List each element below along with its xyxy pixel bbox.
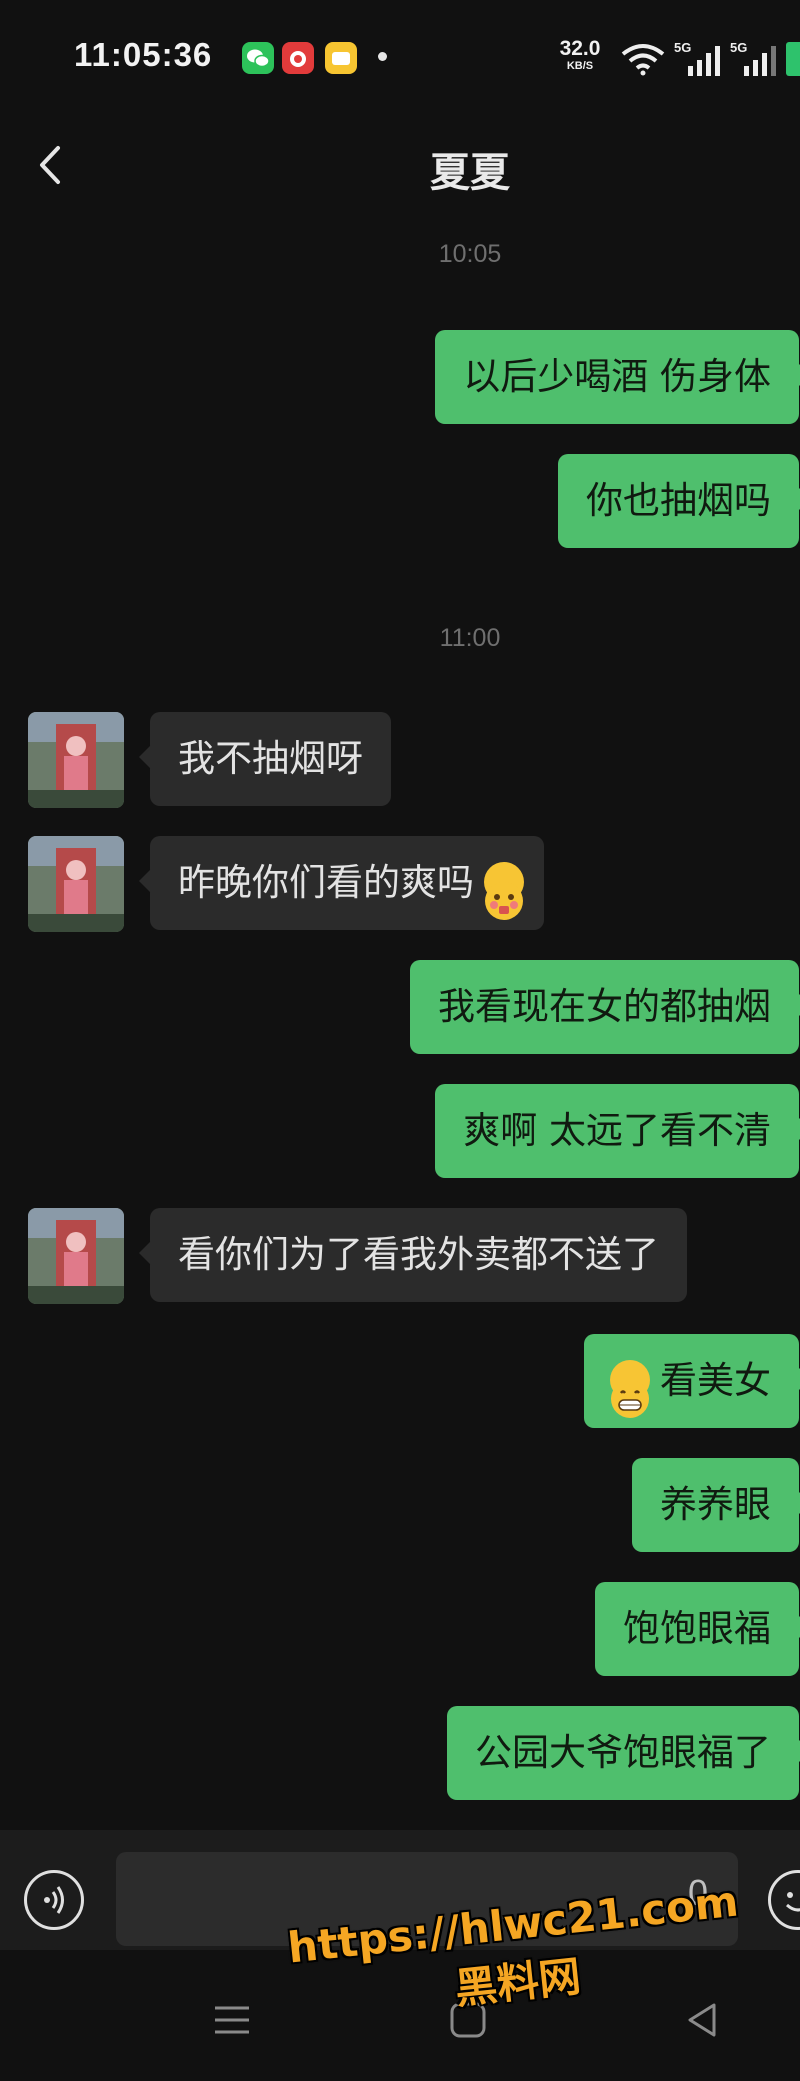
message-bubble-outgoing[interactable]: 公园大爷饱眼福了 [447, 1706, 800, 1800]
blushing-emoji-icon [484, 862, 524, 920]
back-nav-icon[interactable] [686, 2002, 718, 2038]
status-bar: 11:05:36 32.0 KB/S 5G 5G [0, 0, 800, 110]
message-bubble-outgoing[interactable]: 饱饱眼福 [595, 1582, 800, 1676]
message-row-outgoing: 爽啊 太远了看不清 [0, 1084, 800, 1178]
wifi-icon [621, 44, 665, 76]
message-row-outgoing: 看美女 [0, 1334, 800, 1428]
message-row-outgoing: 养养眼 [0, 1458, 800, 1552]
net-speed-value: 32.0 [559, 37, 601, 60]
message-bubble-incoming[interactable]: 我不抽烟呀 [139, 712, 391, 806]
notification-dot [378, 52, 387, 61]
timestamp: 10:05 [438, 240, 502, 268]
message-row-outgoing: 以后少喝酒 伤身体 [0, 330, 800, 424]
message-row-outgoing: 我看现在女的都抽烟 [0, 960, 800, 1054]
message-text: 昨晚你们看的爽吗 [178, 861, 474, 904]
message-bubble-outgoing[interactable]: 看美女 [584, 1334, 800, 1428]
battery-icon [786, 42, 800, 76]
message-bubble-outgoing[interactable]: 养养眼 [632, 1458, 800, 1552]
message-row-outgoing: 公园大爷饱眼福了 [0, 1706, 800, 1800]
message-bubble-outgoing[interactable]: 以后少喝酒 伤身体 [435, 330, 800, 424]
message-row-outgoing: 你也抽烟吗 [0, 454, 800, 548]
wechat-icon [242, 42, 274, 74]
avatar[interactable] [28, 836, 124, 932]
message-bubble-incoming[interactable]: 看你们为了看我外卖都不送了 [139, 1208, 687, 1302]
app-icon-red [282, 42, 314, 74]
net-speed: 32.0 KB/S [555, 38, 605, 72]
avatar[interactable] [28, 1208, 124, 1304]
chat-title: 夏夏 [430, 150, 510, 196]
signal-icon-2: 5G [730, 40, 780, 78]
grinning-emoji-icon [610, 1360, 650, 1418]
message-row-outgoing: 饱饱眼福 [0, 1582, 800, 1676]
message-bubble-outgoing[interactable]: 你也抽烟吗 [558, 454, 800, 548]
message-bubble-outgoing[interactable]: 爽啊 太远了看不清 [435, 1084, 800, 1178]
status-time: 11:05:36 [74, 36, 213, 73]
message-text: 看美女 [660, 1359, 771, 1402]
timestamp: 11:00 [439, 624, 501, 652]
message-bubble-outgoing[interactable]: 我看现在女的都抽烟 [410, 960, 800, 1054]
net-speed-unit: KB/S [566, 60, 594, 72]
menu-icon[interactable] [215, 2005, 249, 2035]
message-bubble-incoming[interactable]: 昨晚你们看的爽吗 [139, 836, 544, 930]
voice-icon[interactable] [24, 1870, 84, 1930]
avatar[interactable] [28, 712, 124, 808]
signal-icon: 5G [674, 40, 724, 78]
app-icon-yellow [325, 42, 357, 74]
emoji-icon[interactable] [768, 1870, 800, 1930]
